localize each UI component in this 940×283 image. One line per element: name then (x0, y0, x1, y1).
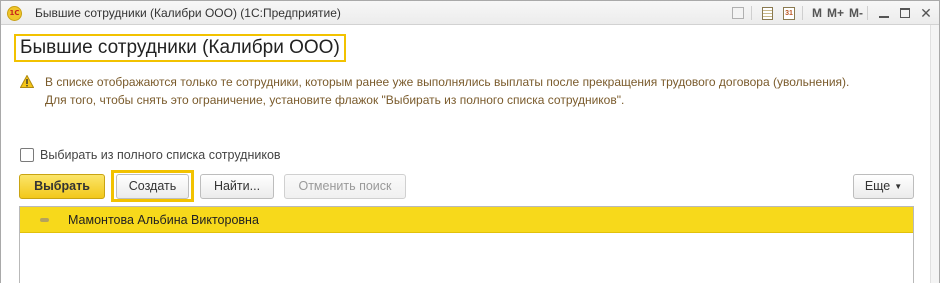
employee-name: Мамонтова Альбина Викторовна (68, 213, 259, 227)
title-bar-controls: 31 M M+ M- ✕ (726, 4, 935, 22)
memory-plus-button[interactable]: M+ (827, 6, 844, 20)
find-button[interactable]: Найти... (200, 174, 274, 199)
app-window: 1С Бывшие сотрудники (Калибри ООО) (1С:П… (0, 0, 940, 283)
minimize-icon[interactable] (875, 4, 893, 22)
warning-icon (20, 75, 34, 88)
create-button[interactable]: Создать (116, 174, 189, 199)
memory-minus-button[interactable]: M- (849, 6, 863, 20)
window-title: Бывшие сотрудники (Калибри ООО) (1С:Пред… (35, 6, 341, 20)
maximize-icon[interactable] (896, 4, 914, 22)
title-bar: 1С Бывшие сотрудники (Калибри ООО) (1С:П… (1, 1, 939, 25)
separator (867, 6, 868, 20)
page-title: Бывшие сотрудники (Калибри ООО) (14, 34, 346, 62)
warning-line-1: В списке отображаются только те сотрудни… (45, 75, 850, 89)
warning-message: В списке отображаются только те сотрудни… (45, 73, 925, 109)
memory-button[interactable]: M (812, 6, 822, 20)
select-button[interactable]: Выбрать (19, 174, 105, 199)
list-item[interactable]: Мамонтова Альбина Викторовна (20, 207, 913, 233)
document-icon[interactable] (759, 4, 777, 22)
close-icon[interactable]: ✕ (917, 4, 935, 22)
more-button-label: Еще (864, 179, 891, 193)
separator (750, 6, 752, 20)
calendar-icon[interactable]: 31 (780, 4, 798, 22)
row-status-icon (40, 218, 49, 222)
window-scrollbar[interactable] (930, 25, 939, 283)
warning-line-2: Для того, чтобы снять это ограничение, у… (45, 93, 625, 107)
full-list-checkbox-label[interactable]: Выбирать из полного списка сотрудников (40, 148, 281, 162)
cancel-search-button: Отменить поиск (284, 174, 406, 199)
more-button[interactable]: Еще ▼ (853, 174, 914, 199)
full-list-checkbox[interactable] (20, 148, 34, 162)
app-logo-icon: 1С (7, 6, 22, 21)
star-icon[interactable] (729, 4, 747, 22)
caret-down-icon: ▼ (894, 182, 903, 191)
separator (801, 6, 803, 20)
employee-list[interactable]: Мамонтова Альбина Викторовна (19, 206, 914, 283)
